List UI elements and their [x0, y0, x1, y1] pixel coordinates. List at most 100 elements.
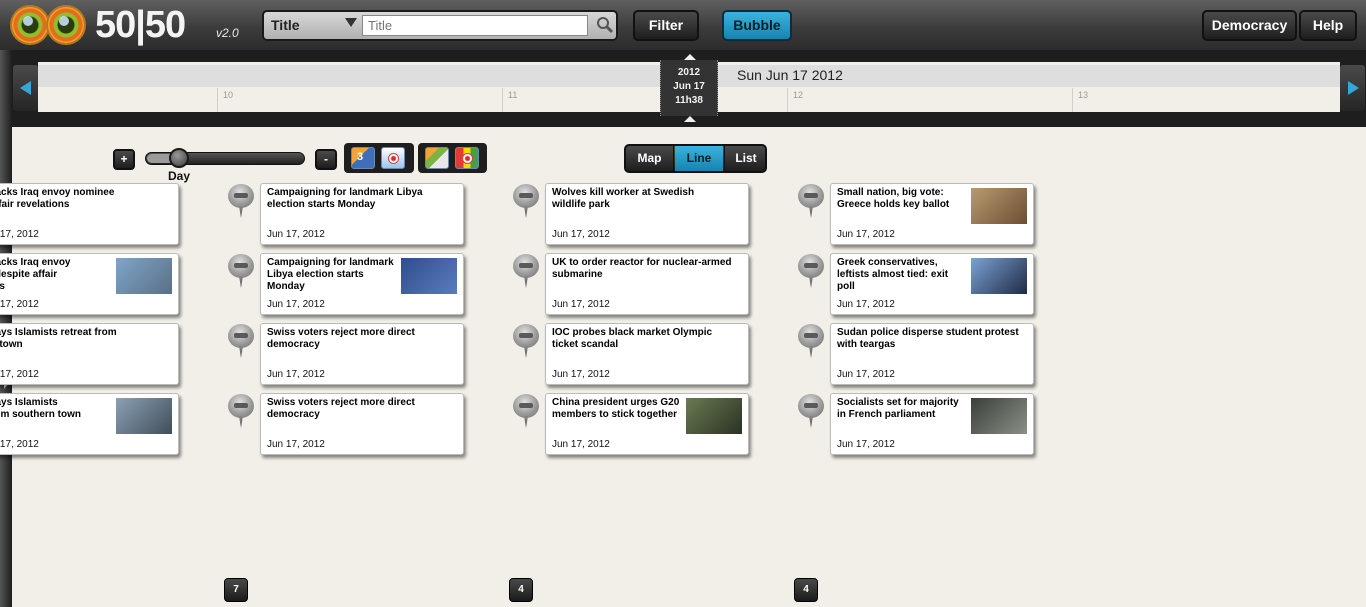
top-bar: 50|50 v2.0 Title Filter Bubble Democracy… [0, 0, 1366, 50]
news-card-date: Jun 17, 2012 [267, 229, 325, 240]
zoom-level-label: Day [168, 169, 191, 183]
news-card-title: Campaigning for landmark Libya election … [267, 257, 394, 292]
news-card-date: Jun 17, 2012 [552, 299, 610, 310]
news-card-title: IOC probes black market Olympic ticket s… [552, 327, 713, 350]
news-card-date: Jun 17, 2012 [837, 299, 895, 310]
news-card[interactable]: Small nation, big vote: Greece holds key… [830, 183, 1034, 245]
news-card-thumbnail[interactable] [971, 188, 1027, 224]
timeline-next-arrow[interactable] [1340, 65, 1365, 111]
news-card-thumbnail[interactable] [971, 258, 1027, 294]
calendar-button-group: 3 [344, 143, 414, 173]
map-pin-icon[interactable] [511, 394, 541, 430]
news-card[interactable]: Sudan police disperse student protest wi… [830, 323, 1034, 385]
news-card-date: Jun 17, 2012 [267, 369, 325, 380]
news-card-title: o says Islamists retreat from ern town [0, 327, 117, 350]
news-card[interactable]: Wolves kill worker at Swedish wildlife p… [545, 183, 749, 245]
story-count-badge[interactable]: 4 [794, 578, 818, 602]
news-card-thumbnail[interactable] [116, 258, 172, 294]
target-dot [462, 153, 473, 164]
news-card[interactable]: Campaigning for landmark Libya election … [260, 253, 464, 315]
news-card[interactable]: Swiss voters reject more direct democrac… [260, 393, 464, 455]
source-button-group [418, 143, 487, 173]
news-card-date: Jun 17, 2012 [837, 369, 895, 380]
news-card[interactable]: Campaigning for landmark Libya election … [260, 183, 464, 245]
target-icon[interactable] [381, 147, 405, 169]
news-source-icon[interactable] [425, 147, 449, 169]
story-count-badge[interactable]: 4 [509, 578, 533, 602]
gear-icon [10, 5, 50, 45]
map-pin-icon[interactable] [511, 184, 541, 220]
news-card-title: Swiss voters reject more direct democrac… [267, 327, 415, 350]
news-card-title: UK to order reactor for nuclear-armed su… [552, 257, 732, 280]
timeline-tick [1072, 88, 1073, 112]
news-card-date: Jun 17, 2012 [837, 439, 895, 450]
help-button[interactable]: Help [1299, 10, 1357, 41]
timeline-marker[interactable]: 2012 Jun 17 11h38 [660, 60, 718, 116]
bubble-button[interactable]: Bubble [722, 10, 792, 41]
news-card-title: Small nation, big vote: Greece holds key… [837, 187, 950, 210]
zoom-slider-thumb[interactable] [169, 148, 189, 168]
map-pin-icon[interactable] [226, 394, 256, 430]
news-card-date: Jun 17, 2012 [552, 229, 610, 240]
news-card-thumbnail[interactable] [971, 398, 1027, 434]
news-card-date: Jun 17, 2012 [267, 299, 325, 310]
target-dot [388, 153, 399, 164]
story-count-badge[interactable]: 7 [224, 578, 248, 602]
zoom-out-button[interactable]: - [315, 149, 337, 170]
tab-map[interactable]: Map [626, 146, 674, 171]
news-card[interactable]: UK to order reactor for nuclear-armed su… [545, 253, 749, 315]
news-card[interactable]: o says Islamists t from southern town Jun… [0, 393, 179, 455]
news-card-thumbnail[interactable] [686, 398, 742, 434]
news-card[interactable]: Swiss voters reject more direct democrac… [260, 323, 464, 385]
map-pin-icon[interactable] [796, 324, 826, 360]
news-card-thumbnail[interactable] [116, 398, 172, 434]
tab-list[interactable]: List [724, 146, 765, 171]
map-pin-icon[interactable] [796, 254, 826, 290]
news-card-title: a backs Iraq envoy nominee e affair reve… [0, 187, 115, 210]
timeline-tick [217, 88, 218, 112]
map-pin-icon[interactable] [796, 184, 826, 220]
news-card[interactable]: o says Islamists retreat from ern town Ju… [0, 323, 179, 385]
news-card[interactable]: Greek conservatives, leftists almost tie… [830, 253, 1034, 315]
map-pin-icon[interactable] [511, 254, 541, 290]
news-card[interactable]: IOC probes black market Olympic ticket s… [545, 323, 749, 385]
timeline-tick-label: 13 [1078, 90, 1089, 100]
map-pin-icon[interactable] [511, 324, 541, 360]
map-pin-icon[interactable] [796, 394, 826, 430]
timeline-tick [787, 88, 788, 112]
multi-source-icon[interactable] [455, 147, 479, 169]
calendar-three-icon[interactable]: 3 [351, 147, 375, 169]
democracy-button[interactable]: Democracy [1202, 10, 1297, 41]
news-card-title: a backs Iraq envoy ee despite affair tio… [0, 257, 71, 292]
search-input[interactable] [362, 15, 588, 36]
news-card-title: China president urges G20 members to sti… [552, 397, 680, 420]
map-pin-icon[interactable] [226, 324, 256, 360]
news-card-date: Jun 17, 2012 [837, 229, 895, 240]
tab-line[interactable]: Line [675, 146, 723, 171]
logo-gears-icon [10, 5, 86, 45]
gear-icon [46, 5, 86, 45]
calendar-three-label: 3 [357, 151, 364, 163]
zoom-in-button[interactable]: + [113, 149, 135, 170]
news-card-date: Jun 17, 2012 [267, 439, 325, 450]
timeline-prev-arrow[interactable] [13, 65, 38, 111]
timeline-tick-label: 12 [793, 90, 804, 100]
marker-day: Jun 17 [673, 81, 705, 92]
news-card[interactable]: China president urges G20 members to sti… [545, 393, 749, 455]
news-card-title: Swiss voters reject more direct democrac… [267, 397, 415, 420]
chevron-down-icon[interactable] [345, 18, 357, 27]
news-card-title: Campaigning for landmark Libya election … [267, 187, 423, 210]
news-card[interactable]: a backs Iraq envoy nominee e affair reve… [0, 183, 179, 245]
search-icon[interactable] [596, 16, 614, 34]
search-box: Title [262, 10, 618, 41]
news-card-title: Socialists set for majority in French pa… [837, 397, 959, 420]
news-card-thumbnail[interactable] [401, 258, 457, 294]
filter-button[interactable]: Filter [633, 10, 699, 41]
app-version: v2.0 [216, 26, 239, 40]
news-card[interactable]: Socialists set for majority in French pa… [830, 393, 1034, 455]
timeline-date-label: Sun Jun 17 2012 [737, 67, 843, 83]
map-pin-icon[interactable] [226, 254, 256, 290]
news-card-title: Greek conservatives, leftists almost tie… [837, 257, 949, 292]
map-pin-icon[interactable] [226, 184, 256, 220]
news-card[interactable]: a backs Iraq envoy ee despite affair tio… [0, 253, 179, 315]
